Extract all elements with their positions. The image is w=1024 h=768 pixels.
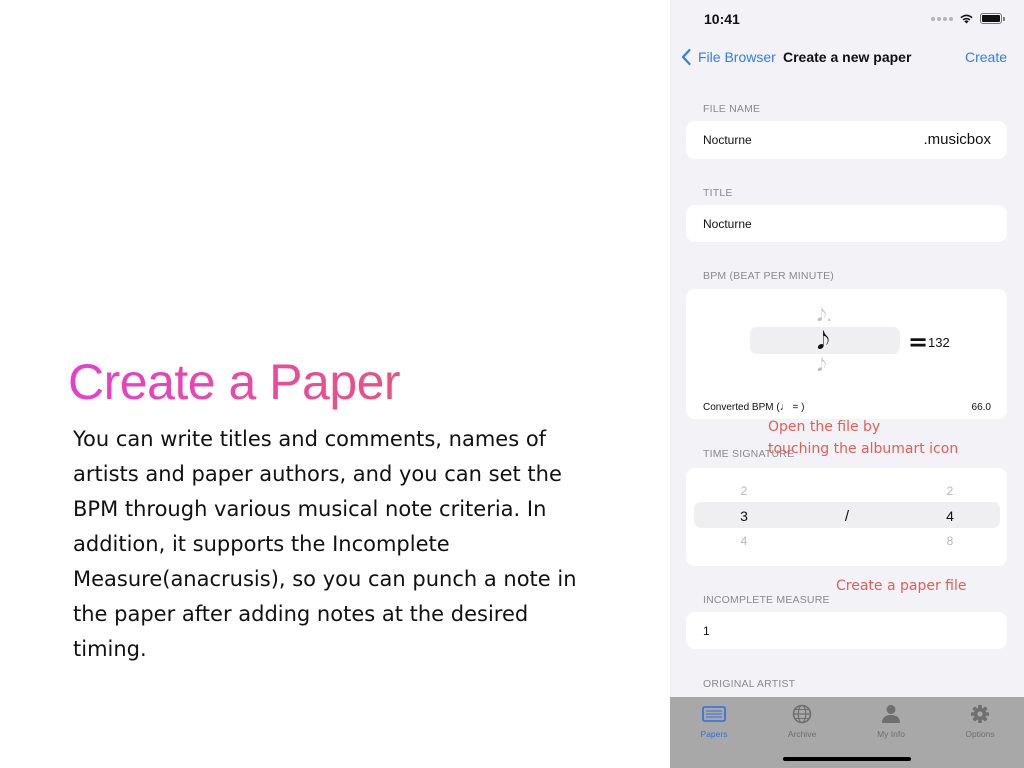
numerator-selected[interactable]: 3	[734, 508, 754, 524]
person-icon	[882, 705, 900, 723]
note-option-selected[interactable]: 𝅘𝅥𝅮	[817, 327, 829, 355]
annotation-open-file: Open the file by touching the albumart i…	[768, 416, 958, 460]
time-signature-picker: 2 3 4 / 2 4 8	[686, 468, 1007, 566]
battery-icon	[980, 13, 1005, 24]
incomplete-measure-value: 1	[703, 624, 710, 638]
tab-options-label: Options	[965, 729, 995, 739]
status-indicators	[931, 13, 1005, 24]
promo-description: You can write titles and comments, names…	[73, 427, 577, 661]
promo-title: Create a Paper	[68, 352, 588, 412]
globe-icon	[792, 704, 812, 724]
tab-my-info-label: My Info	[877, 729, 905, 739]
page: Create a Paper You can write titles and …	[0, 0, 1024, 768]
incomplete-measure-label: INCOMPLETE MEASURE	[703, 594, 830, 606]
promo-section: Create a Paper You can write titles and …	[68, 352, 588, 667]
cellular-signal-icon	[931, 16, 953, 21]
numerator-option-below[interactable]: 4	[734, 534, 754, 548]
bpm-label: BPM (BEAT PER MINUTE)	[703, 270, 834, 282]
title-field[interactable]: Nocturne	[686, 205, 1007, 242]
back-button[interactable]: File Browser	[680, 48, 776, 66]
title-value: Nocturne	[703, 217, 752, 231]
papers-icon	[702, 706, 726, 722]
annotation-open-file-line-1: Open the file by	[768, 419, 881, 435]
navigation-bar: File Browser Create a new paper Create	[670, 44, 1024, 72]
chevron-left-icon	[681, 48, 691, 66]
original-artist-label: ORIGINAL ARTIST	[703, 678, 796, 690]
tab-options[interactable]: Options	[950, 704, 1010, 739]
converted-bpm-value: 66.0	[971, 402, 991, 413]
annotation-open-file-line-2: touching the albumart icon	[768, 441, 959, 457]
file-name-label: FILE NAME	[703, 103, 761, 115]
bpm-card: 𝅘𝅥𝅮. 𝅘𝅥𝅮 𝅘𝅥𝅮 = 132 Converted BPM (♩ = ) …	[686, 289, 1007, 419]
annotation-create-file: Create a paper file	[836, 578, 967, 594]
title-label: TITLE	[703, 187, 733, 199]
wifi-icon	[960, 14, 973, 24]
file-name-value: Nocturne	[703, 133, 752, 147]
file-extension: .musicbox	[923, 131, 991, 148]
note-option-below[interactable]: 𝅘𝅥𝅮	[817, 355, 826, 376]
denominator-option-above[interactable]: 2	[940, 484, 960, 498]
converted-bpm-label: Converted BPM (♩ = )	[703, 402, 805, 413]
home-indicator	[783, 757, 911, 761]
denominator-option-below[interactable]: 8	[940, 534, 960, 548]
denominator-selected[interactable]: 4	[940, 508, 960, 524]
tab-archive[interactable]: Archive	[772, 704, 832, 739]
tab-papers-label: Papers	[700, 729, 728, 739]
tab-my-info[interactable]: My Info	[861, 704, 921, 739]
file-name-field[interactable]: Nocturne .musicbox	[686, 121, 1007, 159]
phone-screen: 10:41 File Browser Create a new paper Cr…	[670, 0, 1024, 768]
tab-papers[interactable]: Papers	[684, 704, 744, 739]
time-signature-separator: /	[844, 508, 850, 525]
equals-sign: =	[908, 328, 929, 356]
gear-icon	[971, 705, 989, 723]
bpm-value[interactable]: 132	[928, 335, 950, 350]
tab-archive-label: Archive	[787, 729, 817, 739]
numerator-option-above[interactable]: 2	[734, 484, 754, 498]
back-button-label: File Browser	[698, 49, 776, 65]
note-option-above[interactable]: 𝅘𝅥𝅮.	[817, 305, 832, 326]
create-button[interactable]: Create	[965, 49, 1007, 65]
status-time: 10:41	[704, 11, 740, 27]
incomplete-measure-field[interactable]: 1	[686, 612, 1007, 649]
status-bar: 10:41	[670, 0, 1024, 40]
page-title: Create a new paper	[783, 49, 912, 65]
